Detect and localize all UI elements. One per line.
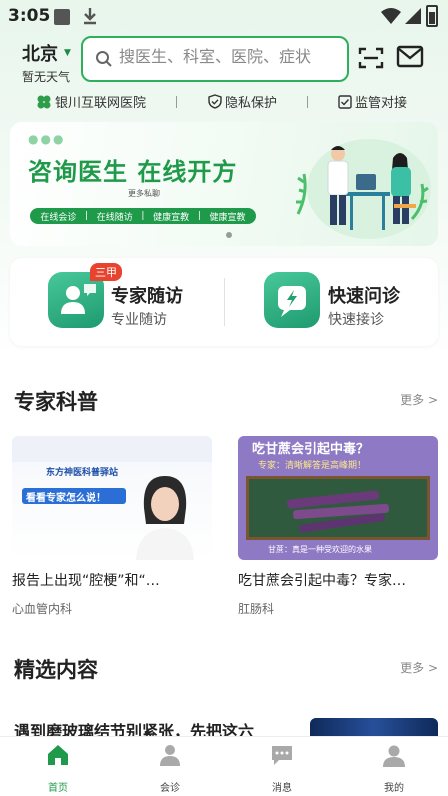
battery-icon: [426, 5, 438, 27]
status-bar: 3:05: [0, 0, 448, 34]
info-item-label: 银川互联网医院: [55, 96, 147, 111]
divider: [307, 96, 308, 108]
trust-strip: 银川互联网医院 隐私保护 监管对接: [0, 92, 448, 112]
signal-icon: [405, 8, 421, 24]
tab-messages[interactable]: 消息: [226, 737, 338, 796]
thumbnail-header-band: [12, 436, 212, 462]
info-item-label: 监管对接: [355, 96, 408, 111]
banner-tag: 健康宣教: [209, 212, 246, 223]
banner-dots-decoration: ●●●: [28, 132, 66, 146]
promo-banner[interactable]: ●●● 咨询医生 在线开方 更多私聊 在线会诊 | 在线随访 | 健康宣教 | …: [10, 122, 438, 246]
tab-label: 首页: [48, 783, 68, 794]
service-expert-followup[interactable]: 三甲 专家随访 专业随访: [10, 258, 224, 346]
search-bar[interactable]: [81, 36, 349, 82]
banner-tag-strip: 在线会诊 | 在线随访 | 健康宣教 | 健康宣教: [30, 208, 256, 224]
info-item-privacy[interactable]: 隐私保护: [208, 92, 277, 111]
person-icon: [160, 745, 180, 766]
service-panel: 三甲 专家随访 专业随访 快速问诊 快速接诊: [10, 258, 438, 346]
banner-tag: 健康宣教: [153, 212, 190, 223]
more-link-popular-science[interactable]: 更多 >: [400, 391, 438, 408]
sugarcane-image: [287, 490, 390, 533]
doctor-consultation-illustration: [296, 139, 431, 239]
thumbnail-banner-text: 看看专家怎么说！: [26, 493, 106, 504]
info-item-regulation[interactable]: 监管对接: [338, 92, 407, 111]
info-item-label: 隐私保护: [225, 96, 278, 111]
article-thumbnail[interactable]: 东方神医科普驿站 看看专家怎么说！: [12, 436, 212, 560]
download-icon: [84, 8, 96, 25]
weather-text: 暂无天气: [22, 70, 71, 84]
home-icon: [48, 745, 68, 765]
article-title[interactable]: 报告上出现“腔梗”和“…: [12, 570, 212, 590]
tab-label: 消息: [272, 783, 292, 794]
section-title-featured: 精选内容: [14, 658, 98, 682]
banner-tag: 在线随访: [96, 212, 133, 223]
thumbnail-brand-text: 东方神医科普驿站: [46, 468, 119, 478]
banner-title: 咨询医生 在线开方: [28, 158, 238, 186]
banner-subtitle: 更多私聊: [128, 189, 160, 198]
tab-home[interactable]: 首页: [2, 737, 114, 796]
doctor-portrait: [136, 476, 194, 560]
mail-icon[interactable]: [396, 44, 424, 70]
caret-down-icon[interactable]: ▼: [64, 48, 71, 58]
notification-square-icon: [54, 9, 70, 25]
city-selector[interactable]: 北京: [22, 40, 58, 66]
search-input[interactable]: [119, 47, 345, 66]
tab-profile[interactable]: 我的: [338, 737, 448, 796]
tab-label: 我的: [384, 783, 404, 794]
profile-icon: [383, 745, 405, 767]
thumbnail-chalkboard: [246, 476, 430, 540]
lightning-chat-icon: [264, 272, 320, 328]
service-title: 专家随访: [111, 286, 183, 307]
thumbnail-caption: 甘蔗：真是一种受欢迎的水果: [268, 545, 372, 554]
service-subtitle: 专业随访: [111, 312, 167, 328]
article-category: 心血管内科: [12, 602, 73, 616]
service-title: 快速问诊: [328, 286, 400, 307]
status-time: 3:05: [8, 6, 51, 26]
service-quick-consult[interactable]: 快速问诊 快速接诊: [224, 258, 438, 346]
banner-tag: 在线会诊: [40, 212, 77, 223]
info-item-hospital[interactable]: 银川互联网医院: [36, 92, 146, 111]
tab-label: 会诊: [160, 783, 180, 794]
clover-icon: [37, 95, 51, 108]
checkbox-icon: [338, 94, 352, 109]
scan-icon[interactable]: [358, 46, 384, 70]
shield-check-icon: [208, 94, 222, 109]
article-thumbnail[interactable]: 吃甘蔗会引起中毒？ 专家：清晰解答是高峰期！ 甘蔗：真是一种受欢迎的水果: [238, 436, 438, 560]
thumbnail-banner: 看看专家怎么说！: [22, 488, 126, 504]
bottom-tab-bar: 首页 会诊 消息 我的: [0, 736, 448, 796]
banner-pager-dot[interactable]: [226, 232, 232, 238]
tab-consultation[interactable]: 会诊: [114, 737, 226, 796]
section-title-popular-science: 专家科普: [14, 390, 98, 414]
thumbnail-headline: 吃甘蔗会引起中毒？: [252, 442, 370, 457]
service-subtitle: 快速接诊: [328, 312, 384, 328]
thumbnail-subheadline: 专家：清晰解答是高峰期！: [258, 461, 367, 471]
service-badge: 三甲: [90, 263, 122, 281]
search-icon: [96, 51, 112, 67]
message-icon: [272, 746, 292, 765]
divider: [176, 96, 177, 108]
article-title[interactable]: 吃甘蔗会引起中毒？专家…: [238, 570, 438, 590]
wifi-icon: [381, 8, 401, 24]
article-category: 肛肠科: [238, 602, 275, 616]
more-link-featured[interactable]: 更多 >: [400, 659, 438, 676]
